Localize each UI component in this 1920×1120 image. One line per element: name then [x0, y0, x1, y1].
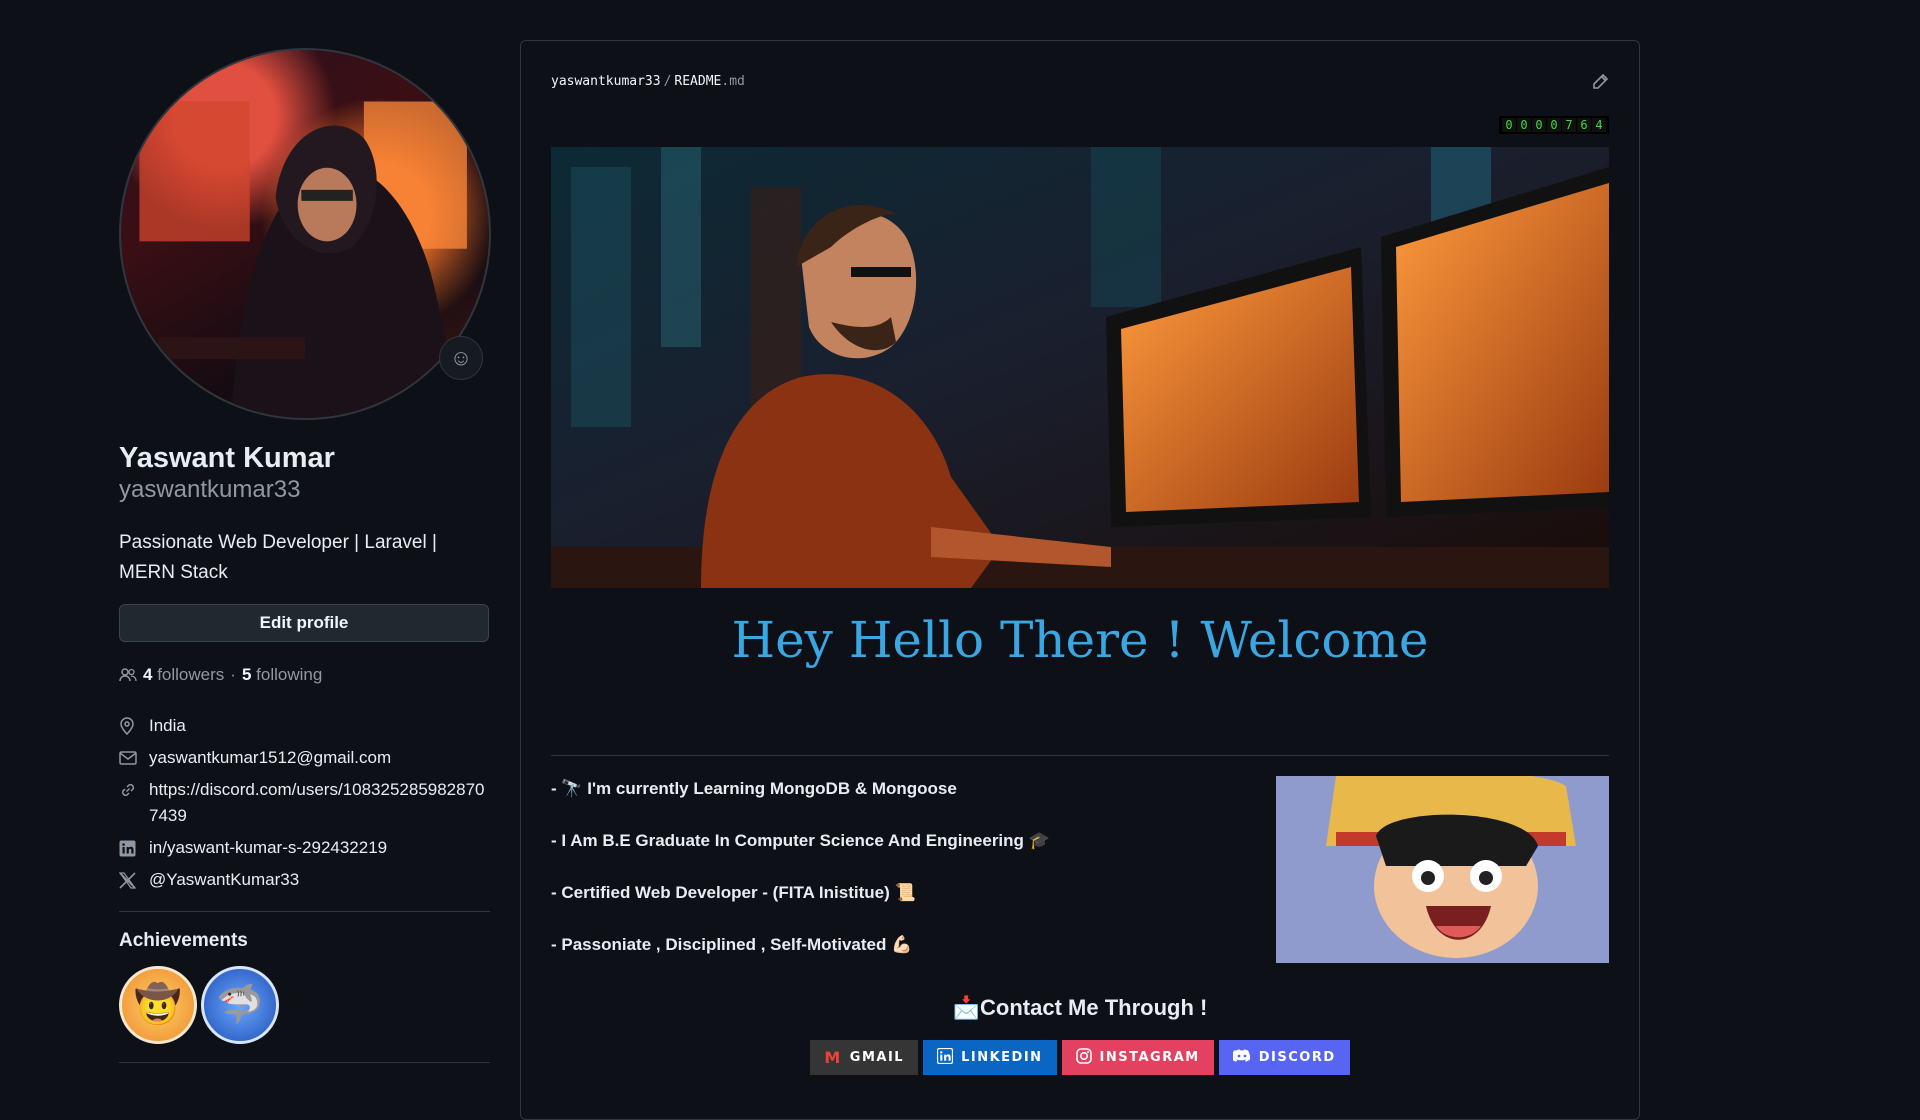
profile-bio: Passionate Web Developer | Laravel | MER…	[119, 532, 437, 583]
counter-digit: 0	[1517, 118, 1531, 132]
achievements-heading: Achievements	[119, 930, 248, 951]
pencil-icon	[1593, 73, 1609, 89]
readme-file-name: README	[674, 74, 722, 89]
achievement-badges: 🤠 🦈	[119, 966, 490, 1044]
linkedin-button[interactable]: LINKEDIN	[923, 1040, 1057, 1075]
readme-card: yaswantkumar33/README.md 0 0 0 0 7 6 4 H…	[520, 40, 1640, 1120]
separator-dot: ·	[230, 665, 236, 684]
linkedin-icon	[119, 835, 149, 861]
achievement-badge-pull-shark[interactable]: 🦈	[201, 966, 279, 1044]
detail-email[interactable]: yaswantkumar1512@gmail.com	[119, 745, 490, 771]
linkedin-icon	[936, 1047, 954, 1068]
x-icon	[119, 867, 149, 893]
smiley-icon: ☺	[449, 345, 473, 370]
profile-sidebar: ☺ Yaswant Kumar yaswantkumar33 Passionat…	[119, 48, 491, 1081]
readme-bullet: - 🔭 I'm currently Learning MongoDB & Mon…	[551, 779, 957, 798]
detail-location: India	[119, 713, 490, 739]
mail-icon	[119, 745, 149, 771]
profile-name: Yaswant Kumar	[119, 442, 335, 474]
avatar-container: ☺	[119, 48, 491, 420]
people-icon	[119, 668, 137, 682]
profile-login: yaswantkumar33	[119, 476, 301, 503]
visitor-counter: 0 0 0 0 7 6 4	[1499, 116, 1609, 134]
edit-profile-button[interactable]: Edit profile	[119, 604, 489, 642]
counter-digit: 0	[1502, 118, 1516, 132]
location-icon	[119, 713, 149, 739]
gmail-button[interactable]: M GMAIL	[810, 1040, 919, 1075]
divider	[119, 911, 490, 912]
readme-bullets: - 🔭 I'm currently Learning MongoDB & Mon…	[551, 777, 1251, 985]
detail-website[interactable]: https://discord.com/users/10832528598287…	[119, 777, 490, 829]
readme-greeting: Hey Hello There ! Welcome	[731, 611, 1429, 669]
readme-bullet: - I Am B.E Graduate In Computer Science …	[551, 831, 1050, 850]
counter-digit: 0	[1547, 118, 1561, 132]
link-icon	[119, 777, 149, 803]
follow-stats: 4 followers · 5 following	[119, 665, 490, 685]
readme-bullet: - Passoniate , Disciplined , Self-Motiva…	[551, 935, 913, 954]
contact-heading: 📩Contact Me Through !	[952, 995, 1208, 1020]
avatar[interactable]	[119, 48, 491, 420]
counter-digit: 4	[1592, 118, 1606, 132]
avatar-illustration	[139, 101, 467, 418]
readme-owner-link[interactable]: yaswantkumar33	[551, 74, 661, 89]
readme-bullet: - Certified Web Developer - (FITA Inisti…	[551, 883, 916, 902]
instagram-button[interactable]: INSTAGRAM	[1061, 1040, 1214, 1075]
detail-linkedin[interactable]: in/yaswant-kumar-s-292432219	[119, 835, 490, 861]
following-link[interactable]: 5 following	[242, 665, 322, 685]
profile-details: India yaswantkumar1512@gmail.com https:/…	[119, 713, 490, 893]
readme-anime-gif	[1276, 776, 1609, 963]
followers-link[interactable]: 4 followers	[143, 665, 224, 685]
readme-banner-image	[551, 147, 1609, 588]
readme-divider	[551, 755, 1609, 756]
instagram-icon	[1075, 1047, 1092, 1068]
divider	[119, 1062, 490, 1063]
counter-digit: 0	[1532, 118, 1546, 132]
readme-path: yaswantkumar33/README.md	[551, 74, 745, 89]
set-status-button[interactable]: ☺	[439, 336, 483, 380]
achievement-badge-yolo[interactable]: 🤠	[119, 966, 197, 1044]
counter-digit: 7	[1562, 118, 1576, 132]
discord-button[interactable]: DISCORD	[1218, 1040, 1350, 1075]
edit-readme-button[interactable]	[1591, 73, 1609, 96]
discord-icon	[1231, 1048, 1251, 1067]
detail-twitter[interactable]: @YaswantKumar33	[119, 867, 490, 893]
counter-digit: 6	[1577, 118, 1591, 132]
gmail-icon: M	[824, 1048, 842, 1067]
contact-buttons: M GMAIL LINKEDIN INSTAGRAM DISCORD	[521, 1040, 1639, 1075]
